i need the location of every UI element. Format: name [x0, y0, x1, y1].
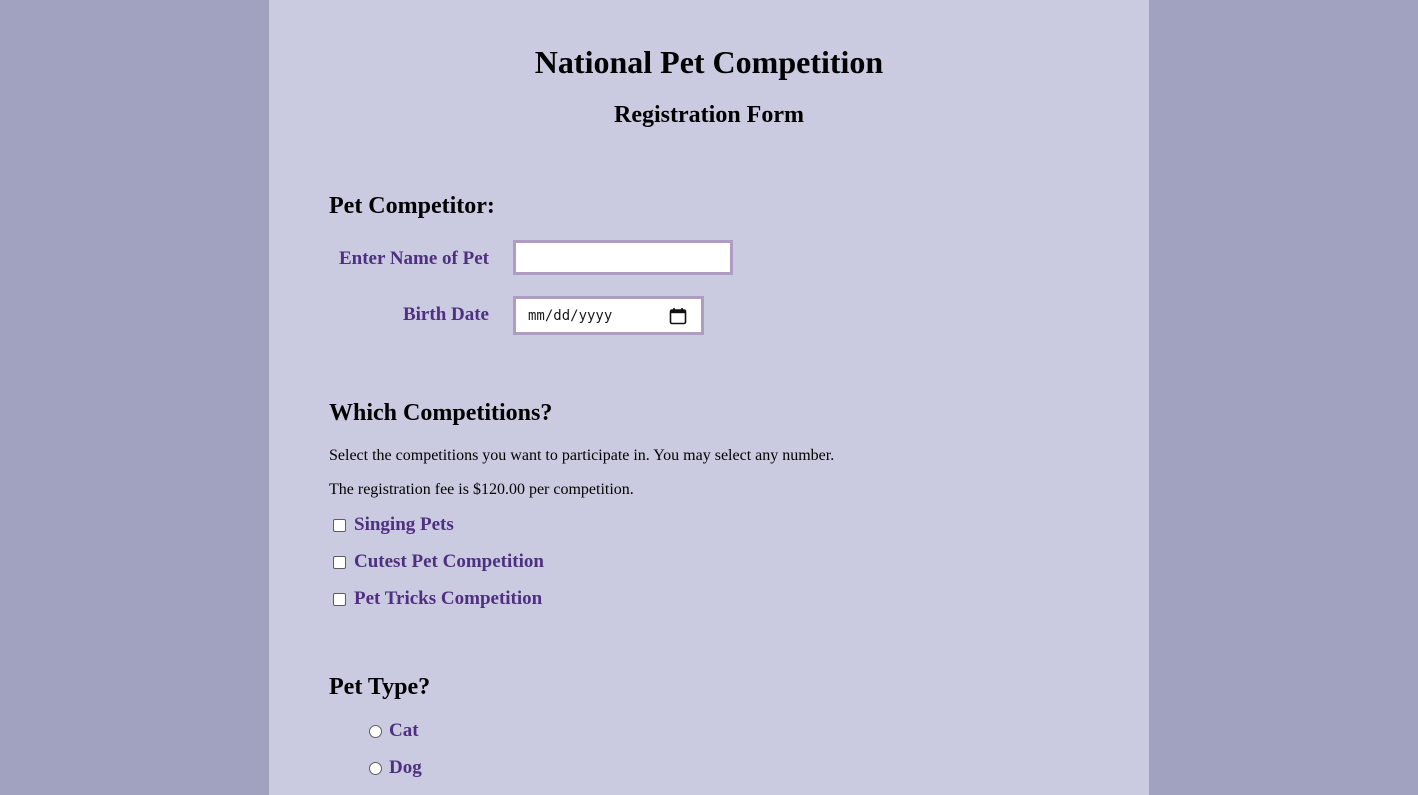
calendar-icon[interactable] [669, 307, 687, 325]
checkbox-singing-pets[interactable] [333, 518, 346, 532]
form-container: National Pet Competition Registration Fo… [269, 0, 1149, 795]
competition-option-pet-tricks[interactable]: Pet Tricks Competition [333, 587, 542, 611]
competitions-instructions: Select the competitions you want to part… [329, 447, 835, 464]
registration-fee-note: The registration fee is $120.00 per comp… [329, 481, 634, 498]
form-subtitle: Registration Form [614, 102, 804, 128]
checkbox-cutest-pet[interactable] [333, 555, 346, 569]
section-heading-competitions: Which Competitions? [329, 400, 553, 426]
page-title: National Pet Competition [534, 44, 884, 80]
pet-name-input[interactable] [513, 240, 733, 275]
birth-date-placeholder: mm/dd/yyyy [528, 307, 613, 324]
pet-type-option-cat[interactable]: Cat [369, 719, 419, 743]
radio-cat[interactable] [369, 724, 382, 738]
checkbox-pet-tricks[interactable] [333, 592, 346, 606]
pet-type-label[interactable]: Cat [389, 720, 419, 742]
section-heading-pet-competitor: Pet Competitor: [329, 193, 495, 219]
section-heading-pet-type: Pet Type? [329, 674, 431, 700]
pet-type-label[interactable]: Dog [389, 757, 422, 779]
competition-option-singing-pets[interactable]: Singing Pets [333, 513, 454, 537]
competition-option-cutest-pet[interactable]: Cutest Pet Competition [333, 550, 544, 574]
competition-label[interactable]: Singing Pets [354, 514, 454, 536]
competition-label[interactable]: Cutest Pet Competition [354, 551, 544, 573]
pet-name-label: Enter Name of Pet [338, 248, 489, 269]
pet-type-option-dog[interactable]: Dog [369, 756, 422, 780]
radio-dog[interactable] [369, 761, 382, 775]
competition-label[interactable]: Pet Tricks Competition [354, 588, 542, 610]
birth-date-input[interactable]: mm/dd/yyyy [513, 296, 704, 335]
birth-date-label: Birth Date [402, 304, 489, 325]
